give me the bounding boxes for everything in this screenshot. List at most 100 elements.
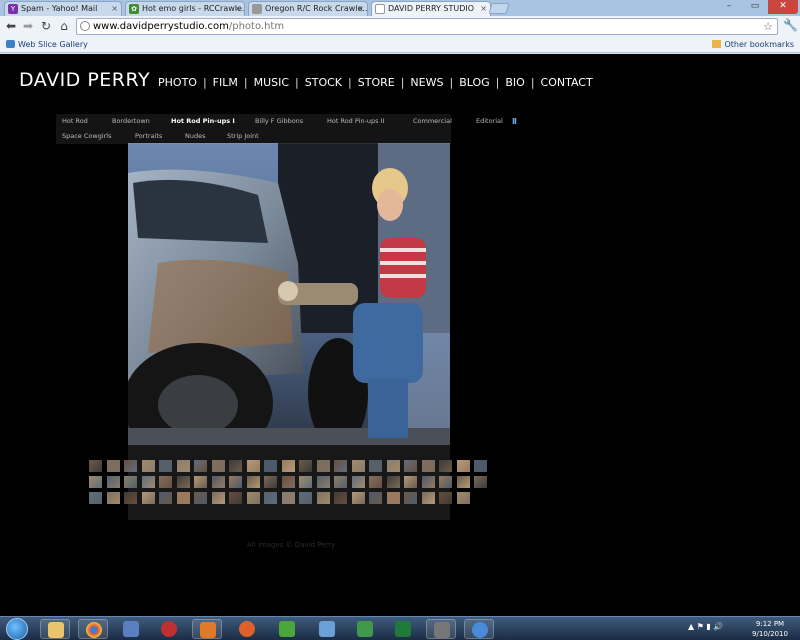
tab-oregon-rc[interactable]: Oregon R/C Rock Crawle... × (248, 1, 368, 16)
thumbnail[interactable] (404, 476, 417, 488)
gallery-hot-rod[interactable]: Hot Rod (62, 117, 88, 125)
thumbnail[interactable] (106, 492, 120, 504)
close-tab-icon[interactable]: × (111, 2, 118, 15)
gallery-space-cowgirls[interactable]: Space Cowgirls (62, 132, 112, 140)
network-icon[interactable]: ▮ (706, 622, 710, 631)
thumbnail[interactable] (439, 460, 452, 472)
thumbnail[interactable] (246, 460, 260, 472)
thumbnail[interactable] (176, 460, 190, 472)
thumbnail[interactable] (456, 460, 470, 472)
thumbnail[interactable] (106, 460, 120, 472)
nav-music[interactable]: MUSIC (254, 76, 289, 89)
thumbnail[interactable] (404, 460, 417, 472)
page-info-icon[interactable] (80, 21, 90, 31)
taskbar-excel[interactable] (388, 619, 418, 639)
gallery-hot-rod-pinups-2[interactable]: Hot Rod Pin-ups II (327, 117, 384, 125)
taskbar-app-11[interactable] (426, 619, 456, 639)
main-photo[interactable] (128, 143, 450, 445)
thumbnail[interactable] (456, 492, 470, 504)
clock[interactable]: 9:12 PM 9/10/2010 (748, 619, 792, 639)
tab-david-perry-studio[interactable]: DAVID PERRY STUDIO × (371, 1, 491, 17)
thumbnail[interactable] (369, 492, 382, 504)
thumbnail[interactable] (229, 476, 242, 488)
nav-contact[interactable]: CONTACT (541, 76, 593, 89)
thumbnail[interactable] (439, 476, 452, 488)
taskbar-utorrent[interactable] (272, 619, 302, 639)
thumbnail[interactable] (159, 492, 172, 504)
thumbnail[interactable] (229, 460, 242, 472)
gallery-portraits[interactable]: Portraits (135, 132, 162, 140)
taskbar-app-6[interactable] (232, 619, 262, 639)
thumbnail[interactable] (386, 492, 400, 504)
star-icon[interactable]: ☆ (763, 19, 773, 34)
thumbnail[interactable] (281, 460, 295, 472)
bookmark-web-slice-gallery[interactable]: Web Slice Gallery (6, 37, 88, 52)
pause-slideshow-icon[interactable]: II (512, 117, 517, 126)
taskbar-chrome[interactable] (78, 619, 108, 639)
taskbar-ie[interactable] (464, 619, 494, 639)
thumbnail[interactable] (246, 492, 260, 504)
thumbnail[interactable] (334, 460, 347, 472)
close-window-icon[interactable]: ✕ (768, 0, 798, 14)
gallery-bordertown[interactable]: Bordertown (112, 117, 150, 125)
tab-rccrawler-emo[interactable]: ✿ Hot emo girls - RCCrawle... × (125, 1, 245, 16)
new-tab-button[interactable] (488, 3, 510, 14)
thumbnail[interactable] (421, 460, 435, 472)
thumbnail[interactable] (369, 476, 382, 488)
tab-yahoo-mail[interactable]: Y Spam - Yahoo! Mail × (4, 1, 122, 16)
thumbnail[interactable] (176, 492, 190, 504)
thumbnail[interactable] (474, 476, 487, 488)
thumbnail[interactable] (299, 460, 312, 472)
nav-film[interactable]: FILM (213, 76, 238, 89)
thumbnail[interactable] (141, 492, 155, 504)
gallery-hot-rod-pinups-1[interactable]: Hot Rod Pin-ups I (171, 117, 235, 125)
thumbnail[interactable] (246, 476, 260, 488)
thumbnail[interactable] (264, 460, 277, 472)
start-button[interactable] (6, 618, 28, 640)
gallery-commercial[interactable]: Commercial (413, 117, 452, 125)
taskbar-explorer[interactable] (40, 619, 70, 639)
thumbnail[interactable] (281, 476, 295, 488)
nav-photo[interactable]: PHOTO (158, 76, 197, 89)
thumbnail[interactable] (264, 492, 277, 504)
taskbar-app-9[interactable] (350, 619, 380, 639)
other-bookmarks[interactable]: Other bookmarks (712, 37, 794, 52)
thumbnail[interactable] (211, 460, 225, 472)
gallery-billy-f-gibbons[interactable]: Billy F Gibbons (255, 117, 303, 125)
thumbnail[interactable] (439, 492, 452, 504)
thumbnail[interactable] (159, 460, 172, 472)
thumbnail[interactable] (194, 492, 207, 504)
thumbnail[interactable] (404, 492, 417, 504)
thumbnail[interactable] (299, 492, 312, 504)
show-hidden-icons-icon[interactable]: ▲ (688, 622, 694, 631)
thumbnail[interactable] (176, 476, 190, 488)
thumbnail[interactable] (421, 476, 435, 488)
maximize-icon[interactable]: ▭ (742, 0, 768, 14)
taskbar-app-3[interactable] (116, 619, 146, 639)
nav-bio[interactable]: BIO (505, 76, 524, 89)
thumbnail[interactable] (159, 476, 172, 488)
thumbnail[interactable] (281, 492, 295, 504)
gallery-nudes[interactable]: Nudes (185, 132, 206, 140)
thumbnail[interactable] (456, 476, 470, 488)
thumbnail[interactable] (141, 476, 155, 488)
nav-news[interactable]: NEWS (410, 76, 443, 89)
address-bar[interactable]: www.davidperrystudio.com/photo.htm ☆ (76, 18, 778, 35)
thumbnail[interactable] (334, 492, 347, 504)
thumbnail[interactable] (194, 476, 207, 488)
volume-icon[interactable]: 🔊 (713, 622, 723, 631)
site-logo[interactable]: DAVID PERRY (19, 69, 150, 91)
thumbnail[interactable] (264, 476, 277, 488)
thumbnail[interactable] (89, 476, 102, 488)
thumbnail[interactable] (211, 476, 225, 488)
thumbnail[interactable] (106, 476, 120, 488)
thumbnail[interactable] (229, 492, 242, 504)
thumbnail[interactable] (474, 460, 487, 472)
thumbnail[interactable] (124, 492, 137, 504)
taskbar-media-player[interactable] (192, 619, 222, 639)
forward-arrow-icon[interactable]: ➡ (20, 18, 36, 34)
nav-stock[interactable]: STOCK (305, 76, 342, 89)
thumbnail[interactable] (299, 476, 312, 488)
thumbnail[interactable] (369, 460, 382, 472)
close-tab-icon[interactable]: × (234, 2, 241, 15)
